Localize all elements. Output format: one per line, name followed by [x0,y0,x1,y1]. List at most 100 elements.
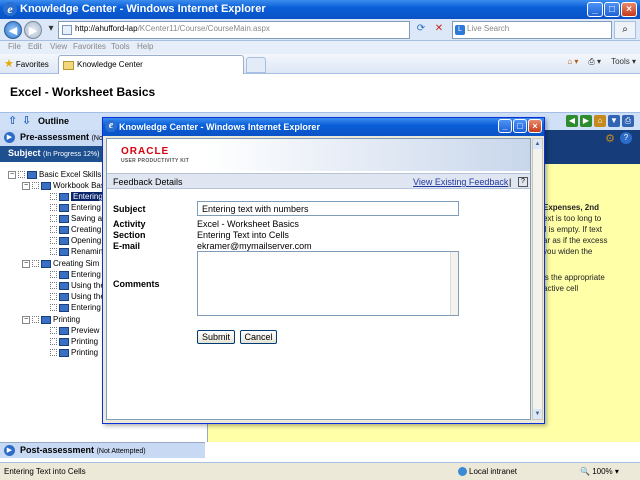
help-line: active cell [543,284,579,293]
refresh-icon[interactable]: ⟳ [412,21,430,39]
section-label: Section [113,230,146,240]
tree-item[interactable]: Entering [50,192,105,202]
zoom-label: 100% [592,467,613,476]
popup-minimize-button[interactable]: _ [498,119,512,133]
popup-scrollbar[interactable]: ▲ ▼ [532,138,543,420]
page-title: Excel - Worksheet Basics [10,85,156,99]
print-icon[interactable]: ⎙ ▾ [588,57,601,67]
new-tab-button[interactable] [246,57,266,73]
tab-favicon [63,61,74,70]
back-nav-icon[interactable]: ◀ [566,115,578,127]
ie-logo-icon: e [105,120,117,132]
window-title: Knowledge Center - Windows Internet Expl… [20,3,266,15]
star-icon: ★ [4,58,14,70]
tree-item[interactable]: Using the [50,292,105,302]
tree-item[interactable]: Printing [50,337,98,347]
tree-item[interactable]: Entering [50,203,101,213]
page-icon [62,25,72,35]
tree-item[interactable]: Creating [50,225,101,235]
post-assessment-row[interactable]: ▶ Post-assessment (Not Attempted) [0,442,205,458]
stop-icon[interactable]: ✕ [430,21,448,39]
search-input[interactable]: L Live Search [452,21,612,39]
status-bar: Entering Text into Cells Local intranet … [0,462,640,480]
arrow-up-icon[interactable]: ⇧ [8,115,20,127]
help-icon[interactable]: ? [620,132,632,144]
feedback-popup-window: e Knowledge Center - Windows Internet Ex… [102,117,545,424]
window-titlebar: e Knowledge Center - Windows Internet Ex… [0,0,640,19]
arrow-right-icon: ▶ [4,132,15,143]
help-line: is the appropriate [543,273,605,282]
tree-item[interactable]: − Printing [22,315,80,325]
favorites-label: Favorites [15,60,49,69]
back-button[interactable]: ◀ [4,21,22,39]
scroll-down-icon[interactable]: ▼ [533,409,542,419]
scroll-up-icon[interactable]: ▲ [533,139,542,149]
home-icon[interactable]: ⌂ ▾ [567,57,578,67]
menu-edit[interactable]: Edit [28,42,42,51]
menu-view[interactable]: View [50,42,67,51]
pre-assessment-label: Pre-assessment [20,132,90,142]
tree-item[interactable]: Opening [50,236,101,246]
tools-menu[interactable]: Tools ▾ [611,57,636,67]
url-domain: http://ahufford-lap [75,24,138,33]
favorites-button[interactable]: ★ Favorites [4,57,49,70]
print-page-icon[interactable]: ⎙ [622,115,634,127]
help-heading: Expenses, 2nd [543,203,600,212]
comments-scrollbar[interactable] [450,252,458,315]
help-text: Expenses, 2nd ext is too long to ll is e… [543,202,633,257]
cancel-button[interactable]: Cancel [240,330,277,344]
status-text: Entering Text into Cells [4,467,86,476]
tree-item[interactable]: Saving a [50,214,102,224]
popup-maximize-button[interactable]: □ [513,119,527,133]
activity-value: Excel - Worksheet Basics [197,219,299,229]
address-bar: ◀ ▶ ▾ http://ahufford-lap/KCenter11/Cour… [0,19,640,41]
forward-nav-icon[interactable]: ▶ [580,115,592,127]
tree-item[interactable]: Printing [50,348,98,358]
help-line: ext is too long to [543,214,602,223]
view-feedback-link[interactable]: View Existing Feedback [413,177,508,187]
search-placeholder: Live Search [467,24,510,33]
url-input[interactable]: http://ahufford-lap/KCenter11/Course/Cou… [58,21,410,39]
zoom-icon: 🔍 [580,467,590,476]
arrow-down-icon[interactable]: ⇩ [22,115,34,127]
logo-band [207,139,530,171]
tab-knowledge-center[interactable]: Knowledge Center [58,55,244,74]
separator: | [509,177,512,187]
popup-body: ORACLE USER PRODUCTIVITY KIT Feedback De… [106,138,531,420]
popup-close-button[interactable]: × [528,119,542,133]
subject-status: (In Progress 12%) [43,151,100,158]
bookmark-icon[interactable]: ▼ [608,115,620,127]
tree-item[interactable]: Entering [50,270,101,280]
tree-item[interactable]: Renaming [50,247,107,257]
home-page-icon[interactable]: ⌂ [594,115,606,127]
maximize-button[interactable]: □ [604,2,620,17]
zoom-control[interactable]: 🔍 100% ▾ [580,467,619,476]
forward-button[interactable]: ▶ [24,21,42,39]
tree-item[interactable]: Preview [50,326,99,336]
arrow-right-icon: ▶ [4,445,15,456]
menu-favorites[interactable]: Favorites [73,42,106,51]
activity-label: Activity [113,219,146,229]
subject-input[interactable] [197,201,459,216]
zone-indicator: Local intranet [458,467,517,477]
submit-button[interactable]: Submit [197,330,235,344]
subject-label: Subject [113,204,146,214]
tree-item[interactable]: − Basic Excel Skills [8,170,101,180]
favorites-bar: ★ Favorites Knowledge Center ⌂ ▾ ⎙ ▾ Tool… [0,54,640,74]
menu-tools[interactable]: Tools [111,42,130,51]
gear-icon[interactable]: ⚙ [605,132,615,145]
minimize-button[interactable]: _ [587,2,603,17]
close-button[interactable]: × [621,2,637,17]
tree-item[interactable]: − Workbook Basics [22,181,115,191]
help-text-2: is the appropriate active cell [543,272,633,294]
menu-file[interactable]: File [8,42,21,51]
comments-textarea[interactable] [197,251,459,316]
menu-help[interactable]: Help [137,42,153,51]
help-icon[interactable]: ? [518,177,528,187]
tree-item[interactable]: Entering [50,303,101,313]
tree-item[interactable]: − Creating Sim [22,259,99,269]
logo-main: ORACLE [121,146,170,157]
ie-logo-icon: e [3,2,17,16]
search-icon[interactable]: ⌕ [614,21,636,39]
tree-item[interactable]: Using the [50,281,105,291]
